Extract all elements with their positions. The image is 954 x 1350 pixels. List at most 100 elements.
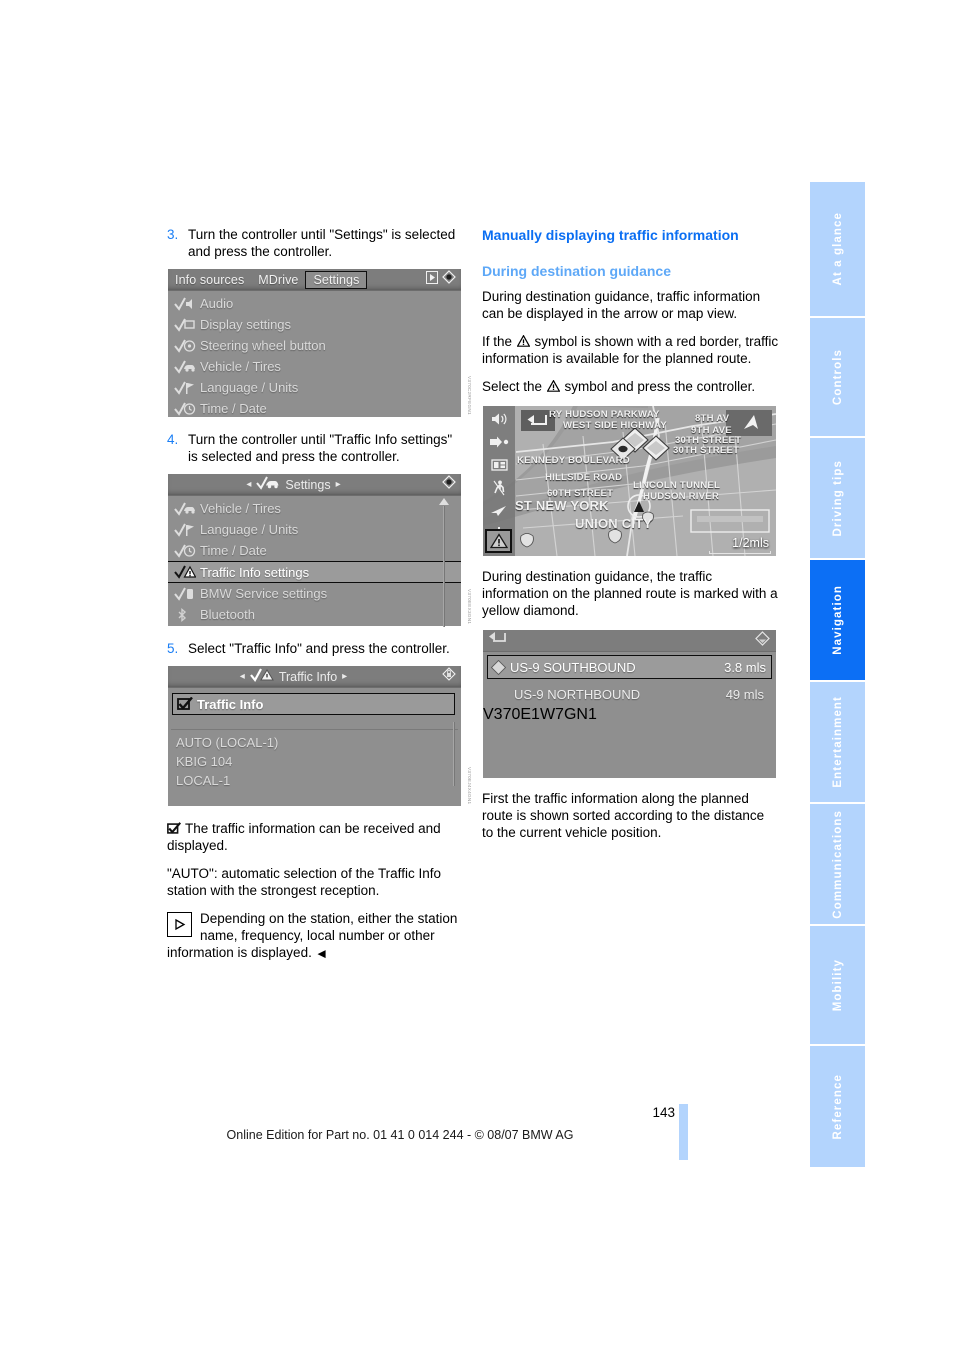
arrow-guidance-icon[interactable] (489, 502, 509, 519)
menu-tab-info-sources[interactable]: Info sources (168, 273, 251, 287)
checkbox-checked-icon[interactable] (177, 697, 197, 711)
paragraph-sorted-by-distance: First the traffic information along the … (482, 791, 765, 840)
map-label: KENNEDY BOULEVARD (517, 455, 630, 466)
back-arrow-icon[interactable] (488, 631, 508, 650)
settings-item-audio[interactable]: Audio (168, 293, 461, 314)
paragraph-red-border-symbol-a: If the (482, 334, 516, 349)
check-car-icon (174, 502, 200, 516)
sidebar-tab-navigation[interactable]: Navigation (810, 560, 865, 682)
scroll-up-arrow-icon[interactable] (439, 498, 449, 505)
submenu-item-bluetooth[interactable]: Bluetooth (168, 604, 461, 625)
traffic-info-checkbox-row[interactable]: Traffic Info (172, 693, 455, 715)
submenu-item-traffic-info-settings[interactable]: Traffic Info settings (168, 561, 461, 583)
settings-item-time-date[interactable]: Time / Date (168, 398, 461, 419)
traffic-info-right-icons (419, 667, 461, 686)
paragraph-red-border-symbol: If the symbol is shown with a red border… (482, 333, 779, 367)
screenshot-watermark: V370EEX3GN1 (467, 588, 472, 624)
settings-item-label: Audio (200, 296, 234, 311)
next-chevron-icon[interactable]: ▸ (336, 479, 341, 490)
scrollbar-track[interactable] (444, 506, 445, 627)
step-5: 5. Select "Traffic Info" and press the c… (167, 640, 464, 657)
north-arrow-icon (726, 410, 772, 436)
section-end-marker-icon: ◄ (314, 946, 329, 961)
pedestrian-icon[interactable] (489, 479, 509, 496)
split-screen-icon[interactable] (489, 456, 509, 473)
screenshot-settings-submenu: ◂ Settings ▸ Vehicle / Tires Language / … (168, 474, 472, 627)
submenu-titlebar: ◂ Settings ▸ (168, 474, 461, 496)
sidebar-tab-communications[interactable]: Communications (810, 804, 865, 926)
settings-item-language-units[interactable]: Language / Units (168, 377, 461, 398)
sidebar-tab-at-a-glance[interactable]: At a glance (810, 182, 865, 318)
prev-chevron-icon[interactable]: ◂ (246, 479, 251, 490)
submenu-title: Settings (285, 477, 331, 492)
controller-icon (441, 270, 457, 289)
step-5-number: 5. (167, 641, 179, 656)
sidebar-tab-controls[interactable]: Controls (810, 318, 865, 438)
traffic-list-row-distance: 49 mls (725, 687, 764, 702)
paragraph-select-symbol: Select the symbol and press the controll… (482, 378, 779, 395)
submenu-item-vehicle-tires[interactable]: Vehicle / Tires (168, 498, 461, 519)
sidebar-tab-label: At a glance (831, 212, 844, 286)
submenu-title-group: ◂ Settings ▸ (168, 476, 419, 493)
note-station-display-text: Depending on the station, either the sta… (167, 911, 458, 960)
settings-item-vehicle-tires[interactable]: Vehicle / Tires (168, 356, 461, 377)
sidebar-tab-label: Driving tips (831, 459, 844, 537)
map-scale-bar (709, 551, 771, 554)
traffic-warning-icon[interactable] (485, 529, 512, 553)
submenu-item-label: Bluetooth (200, 607, 255, 622)
note-traffic-received-text: The traffic information can be received … (167, 821, 441, 853)
page-number: 143 (652, 1105, 675, 1120)
controller-icon (441, 475, 457, 494)
menu-tab-mdrive[interactable]: MDrive (251, 273, 305, 287)
sidebar-tab-mobility[interactable]: Mobility (810, 926, 865, 1046)
sidebar-tab-label: Communications (831, 809, 844, 919)
step-4-number: 4. (167, 432, 179, 447)
traffic-station-item[interactable]: AUTO (LOCAL-1) (168, 733, 461, 752)
next-arrow-icon[interactable] (426, 270, 438, 289)
traffic-list-row-distance: 3.8 mls (724, 659, 766, 675)
note-traffic-received: The traffic information can be received … (167, 820, 464, 854)
map-label: 30TH STREET (673, 445, 740, 456)
volume-icon[interactable] (489, 410, 509, 427)
traffic-station-item[interactable]: KBIG 104 (168, 752, 461, 771)
sidebar-tab-reference[interactable]: Reference (810, 1046, 865, 1167)
traffic-station-label: AUTO (LOCAL-1) (176, 735, 279, 750)
traffic-list-row[interactable]: US-9 SOUTHBOUND 3.8 mls (487, 655, 772, 679)
next-chevron-icon[interactable]: ▸ (342, 671, 347, 682)
submenu-item-time-date[interactable]: Time / Date (168, 540, 461, 561)
check-car-icon (174, 360, 200, 374)
traffic-diamond-icon (490, 659, 507, 675)
section-heading: Manually displaying traffic information (482, 227, 739, 243)
chapter-tab-rail: At a glance Controls Driving tips Naviga… (810, 182, 865, 1167)
traffic-info-title-group: ◂ Traffic Info ▸ (168, 668, 419, 685)
scrollbar-track[interactable] (454, 722, 455, 786)
check-clock-icon (174, 544, 200, 558)
screenshot-watermark: V370EJ4X4GN1 (467, 766, 472, 804)
settings-item-steering-wheel-button[interactable]: Steering wheel button (168, 335, 461, 356)
screenshot-traffic-list: US-9 SOUTHBOUND 3.8 mls US-9 NORTHBOUND … (483, 630, 776, 778)
menubar-right-icons (419, 270, 461, 289)
right-column: Manually displaying traffic information … (482, 226, 779, 852)
submenu-item-label: Traffic Info settings (200, 564, 310, 580)
screenshot-watermark: V370E1W7GN1 (483, 706, 597, 723)
sidebar-tab-label: Mobility (831, 958, 844, 1012)
submenu-item-language-units[interactable]: Language / Units (168, 519, 461, 540)
sidebar-tab-driving-tips[interactable]: Driving tips (810, 438, 865, 560)
submenu-item-bmw-service-settings[interactable]: BMW Service settings (168, 583, 461, 604)
traffic-station-item[interactable]: LOCAL-1 (168, 771, 461, 790)
traffic-list-row[interactable]: US-9 NORTHBOUND 49 mls (483, 683, 776, 706)
warning-triangle-icon (516, 335, 530, 347)
traffic-list-titlebar (483, 630, 776, 652)
map-scale-label: 1/2mls (732, 536, 769, 550)
section-subheading: During destination guidance (482, 263, 672, 279)
traffic-list-row-name-group: US-9 SOUTHBOUND (490, 659, 724, 675)
manual-page: 3. Turn the controller until "Settings" … (0, 0, 954, 1350)
route-icon[interactable] (489, 433, 509, 450)
settings-item-display-settings[interactable]: Display settings (168, 314, 461, 335)
check-warning-icon (249, 668, 274, 685)
sidebar-tab-entertainment[interactable]: Entertainment (810, 682, 865, 804)
prev-chevron-icon[interactable]: ◂ (240, 671, 245, 682)
settings-item-label: Language / Units (200, 380, 299, 395)
menu-tab-settings[interactable]: Settings (305, 270, 368, 289)
check-car-icon (256, 476, 280, 493)
